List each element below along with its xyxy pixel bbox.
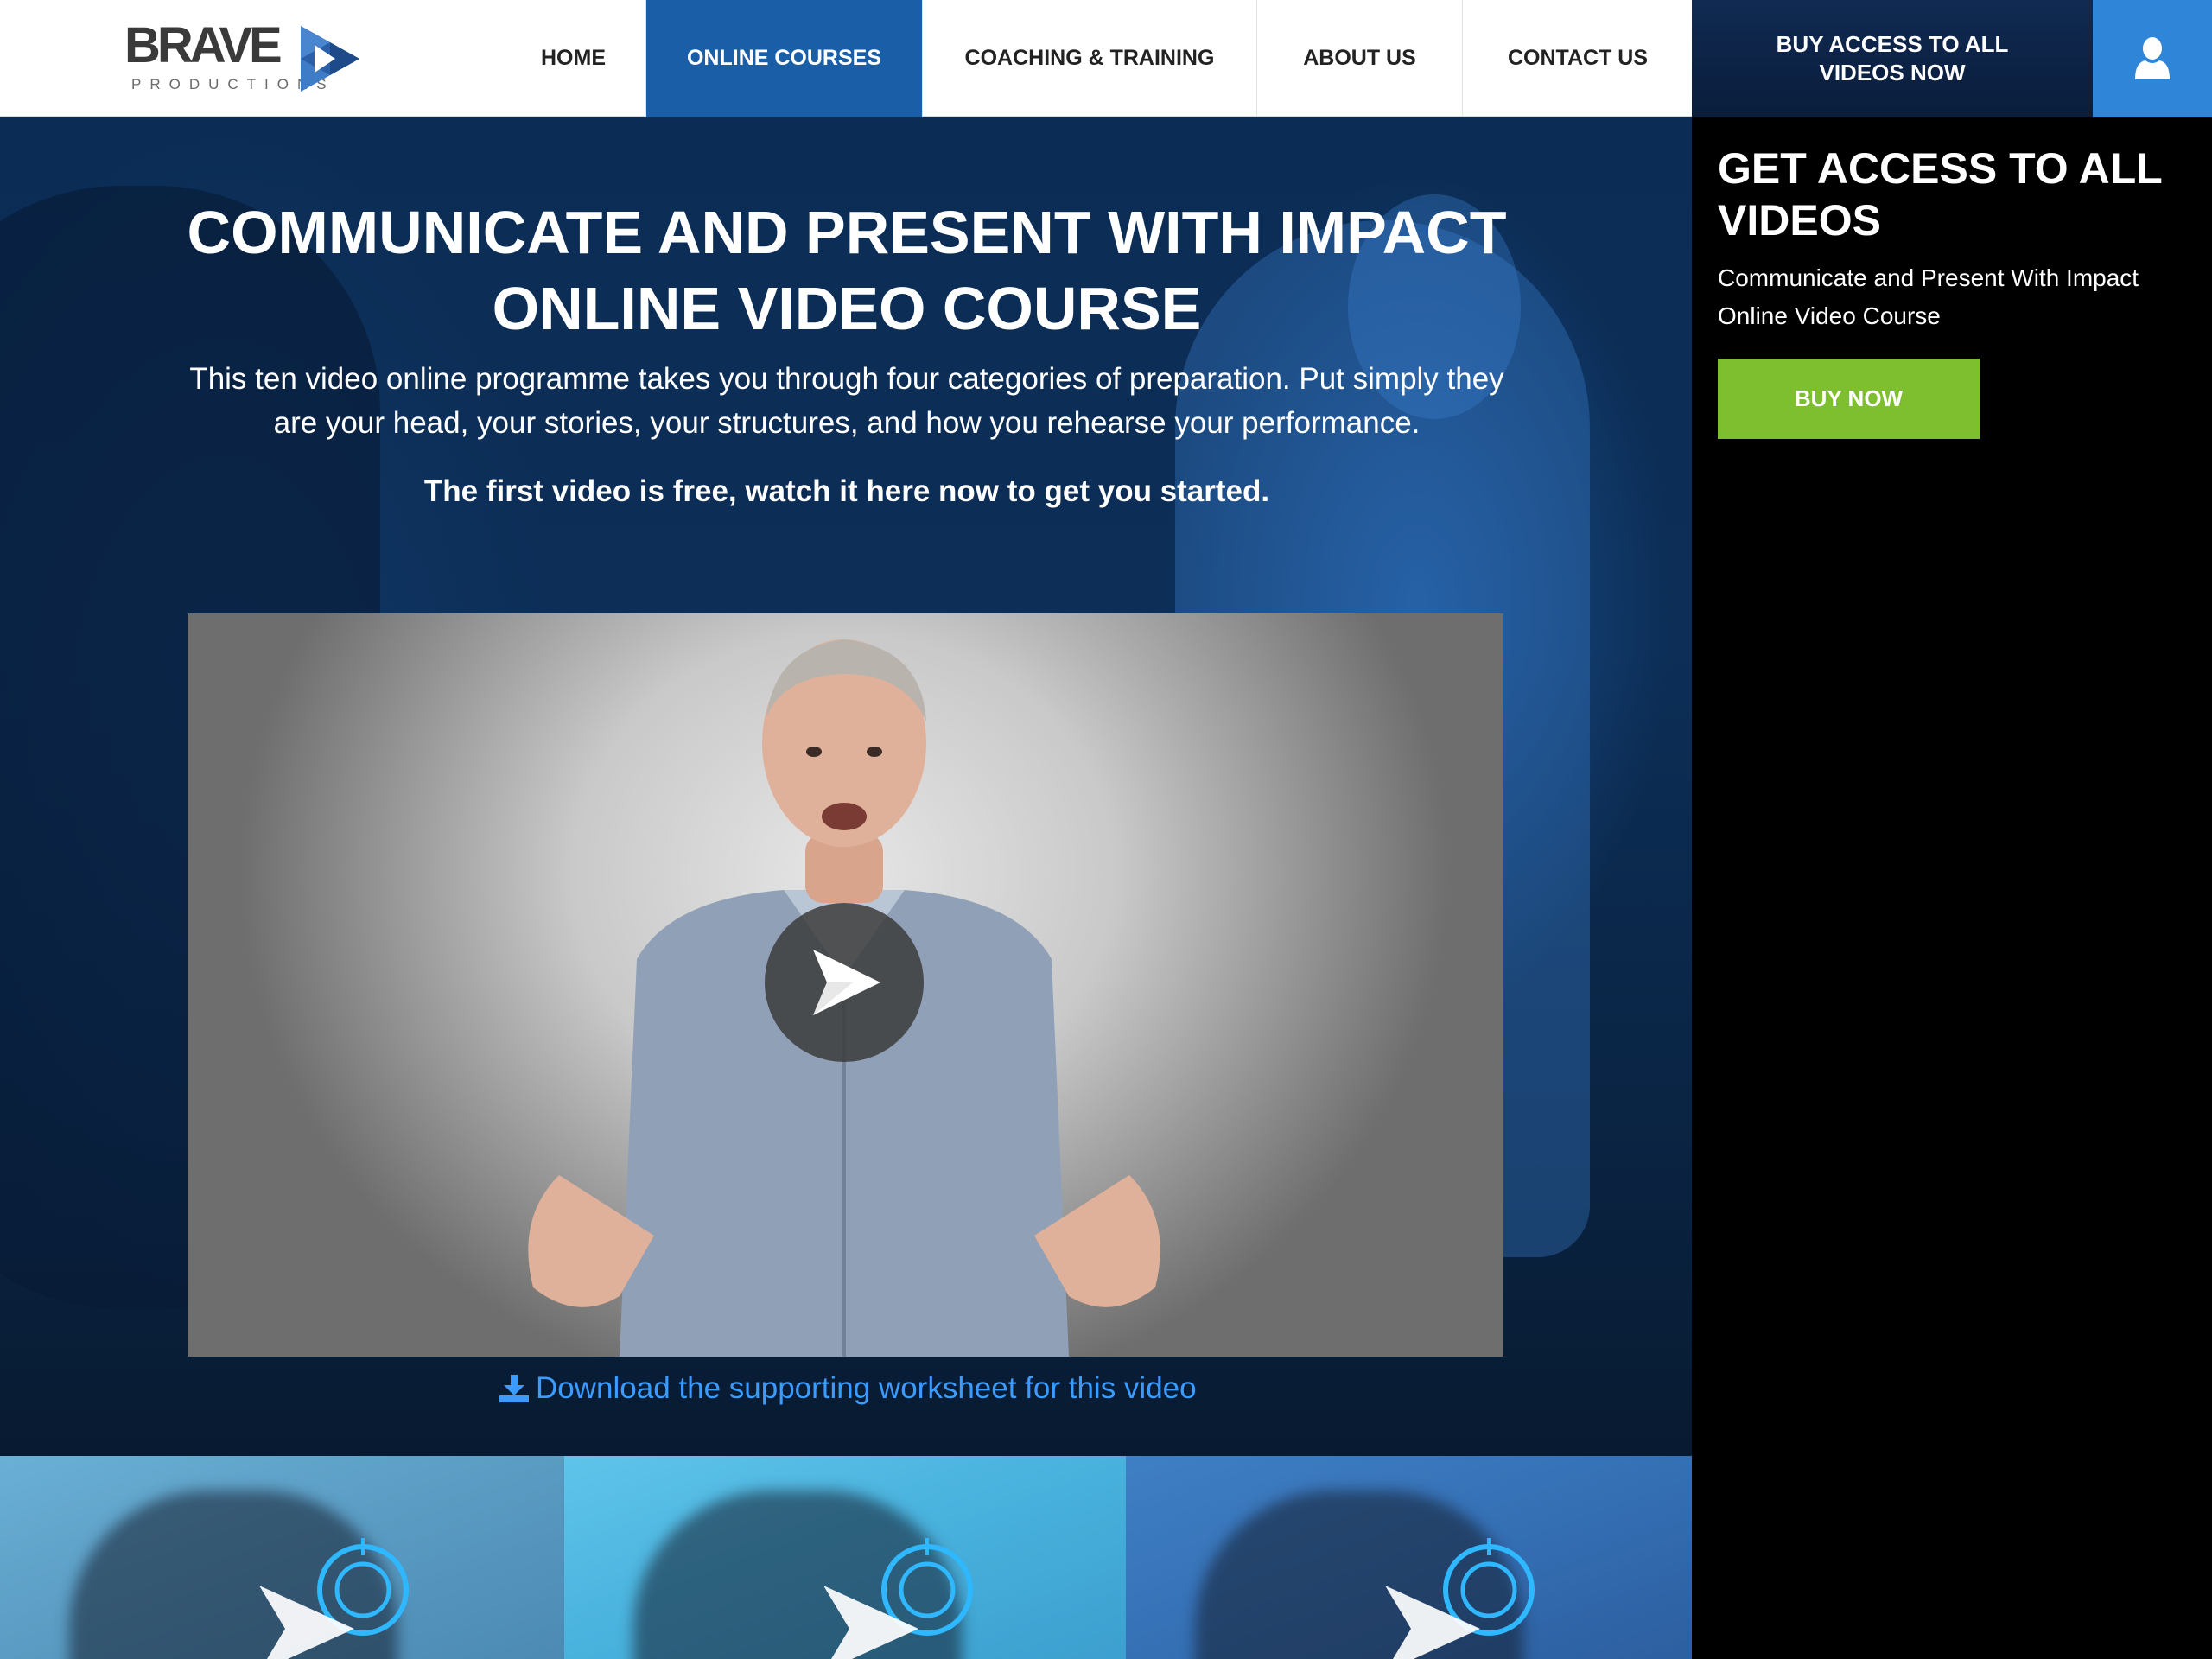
buy-access-all-videos-button[interactable]: BUY ACCESS TO ALL VIDEOS NOW xyxy=(1692,0,2093,117)
sidebar-purchase-panel: GET ACCESS TO ALL VIDEOS Communicate and… xyxy=(1692,117,2212,1659)
video-thumbnail-list xyxy=(0,1456,1692,1659)
site-header: BRAVE PRODUCTIONS HOME ONLINE COURSES CO… xyxy=(0,0,2212,129)
nav-label-coaching-training: COACHING & TRAINING xyxy=(964,46,1215,70)
page-title-line1: COMMUNICATE AND PRESENT WITH IMPACT xyxy=(187,199,1507,266)
nav-label-contact-us: CONTACT US xyxy=(1507,46,1649,70)
sidebar-subtitle: Communicate and Present With Impact Onli… xyxy=(1718,264,2139,329)
nav-label-about-us: ABOUT US xyxy=(1303,46,1416,70)
user-icon xyxy=(2135,36,2170,79)
page-title: COMMUNICATE AND PRESENT WITH IMPACT ONLI… xyxy=(156,194,1538,346)
download-icon xyxy=(499,1375,529,1402)
video-thumbnail-2[interactable] xyxy=(564,1456,1126,1659)
nav-item-online-courses[interactable]: ONLINE COURSES xyxy=(646,0,923,129)
download-worksheet-link[interactable]: Download the supporting worksheet for th… xyxy=(499,1370,1197,1408)
download-worksheet-label: Download the supporting worksheet for th… xyxy=(536,1371,1197,1405)
video-player[interactable] xyxy=(188,613,1503,1357)
free-video-note: The first video is free, watch it here n… xyxy=(423,474,1270,508)
user-account-button[interactable] xyxy=(2093,0,2212,117)
nav-label-home: HOME xyxy=(541,46,606,70)
nav-item-contact-us[interactable]: CONTACT US xyxy=(1463,0,1693,117)
hero-section: COMMUNICATE AND PRESENT WITH IMPACT ONLI… xyxy=(0,117,1692,1456)
play-button[interactable] xyxy=(765,903,924,1062)
brand-arrow-icon xyxy=(259,1586,354,1659)
logo-wordmark: BRAVE xyxy=(124,17,283,73)
brand-logo[interactable]: BRAVE PRODUCTIONS xyxy=(124,19,366,102)
video-thumbnail-1[interactable] xyxy=(0,1456,564,1659)
page: BRAVE PRODUCTIONS HOME ONLINE COURSES CO… xyxy=(0,0,2212,1659)
logo-triangle-icon xyxy=(301,26,359,92)
video-thumbnail-3[interactable] xyxy=(1126,1456,1692,1659)
nav-label-online-courses: ONLINE COURSES xyxy=(686,46,882,70)
play-icon xyxy=(813,950,880,1015)
buy-access-label: BUY ACCESS TO ALL VIDEOS NOW xyxy=(1776,30,2009,86)
sidebar-title: GET ACCESS TO ALL VIDEOS xyxy=(1718,144,2162,245)
buy-now-button[interactable]: BUY NOW xyxy=(1718,359,1980,439)
nav-item-home[interactable]: HOME xyxy=(501,0,646,117)
brand-arrow-icon xyxy=(823,1586,918,1659)
nav-item-coaching-training[interactable]: COACHING & TRAINING xyxy=(923,0,1257,117)
main-nav: HOME ONLINE COURSES COACHING & TRAINING … xyxy=(501,0,1693,129)
nav-item-about-us[interactable]: ABOUT US xyxy=(1257,0,1463,117)
page-title-line2: ONLINE VIDEO COURSE xyxy=(492,275,1202,342)
brand-arrow-icon xyxy=(1385,1586,1480,1659)
course-description: This ten video online programme takes yo… xyxy=(189,362,1504,440)
